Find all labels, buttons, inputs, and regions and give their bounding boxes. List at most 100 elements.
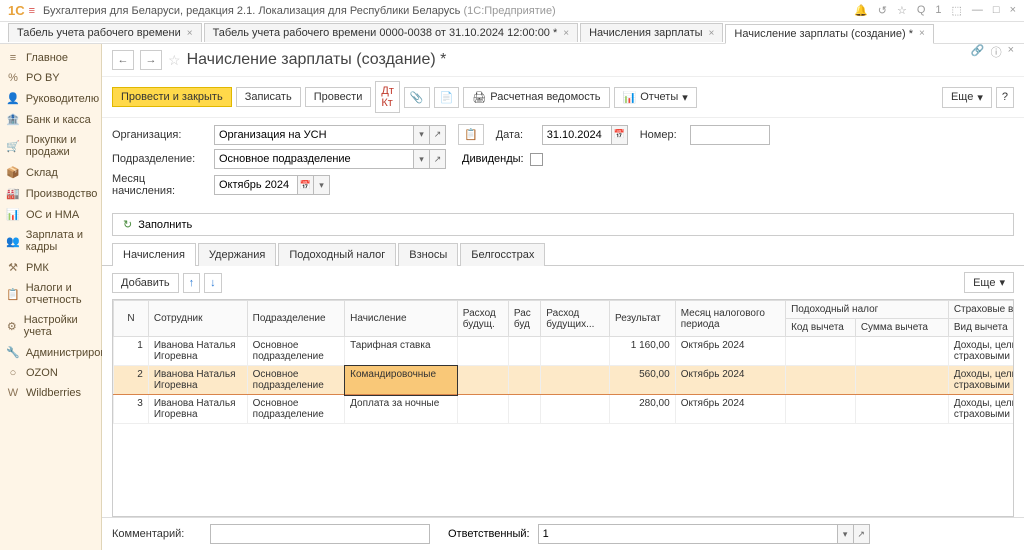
doc-info-icon[interactable]: ⓘ bbox=[991, 44, 1002, 60]
col-employee[interactable]: Сотрудник bbox=[148, 301, 247, 337]
month-input[interactable] bbox=[214, 175, 298, 195]
star-icon[interactable]: ☆ bbox=[897, 4, 907, 17]
dividends-checkbox[interactable] bbox=[530, 153, 543, 166]
dropdown-icon[interactable]: ▾ bbox=[414, 125, 430, 145]
dropdown-icon[interactable]: ▾ bbox=[838, 524, 854, 544]
link-icon[interactable]: 🔗 bbox=[971, 44, 985, 60]
col-accrual[interactable]: Начисление bbox=[345, 301, 458, 337]
doc-tab[interactable]: Начисления зарплаты× bbox=[580, 23, 723, 42]
sidebar-item[interactable]: 📋Налоги и отчетность bbox=[0, 278, 101, 310]
table-row[interactable]: 1Иванова Наталья ИгоревнаОсновное подраз… bbox=[114, 337, 1015, 366]
one-icon[interactable]: 1 bbox=[935, 4, 941, 17]
accruals-table[interactable]: N Сотрудник Подразделение Начисление Рас… bbox=[112, 299, 1014, 517]
dropdown-icon[interactable]: ▾ bbox=[414, 149, 430, 169]
col-exp-b[interactable]: Рас буд bbox=[508, 301, 540, 337]
help-button[interactable]: ? bbox=[996, 87, 1014, 108]
history-icon[interactable]: ↺ bbox=[878, 4, 887, 17]
forward-button[interactable]: → bbox=[140, 50, 162, 70]
dept-input[interactable] bbox=[214, 149, 414, 169]
open-icon[interactable]: ↗ bbox=[854, 524, 870, 544]
table-row[interactable]: 3Иванова Наталья ИгоревнаОсновное подраз… bbox=[114, 395, 1015, 424]
save-button[interactable]: Записать bbox=[236, 87, 301, 107]
tab-accruals[interactable]: Начисления bbox=[112, 243, 196, 266]
sidebar-item[interactable]: WWildberries bbox=[0, 383, 101, 403]
sidebar-item[interactable]: 👤Руководителю bbox=[0, 88, 101, 109]
open-icon[interactable]: ↗ bbox=[430, 125, 446, 145]
org-input[interactable] bbox=[214, 125, 414, 145]
col-insurance[interactable]: Страховые взносы bbox=[948, 301, 1014, 319]
sidebar-item[interactable]: 📦Склад bbox=[0, 162, 101, 183]
reports-button[interactable]: 📊Отчеты▾ bbox=[614, 87, 697, 108]
doc-tab[interactable]: Табель учета рабочего времени× bbox=[8, 23, 202, 42]
bell-icon[interactable]: 🔔 bbox=[854, 4, 868, 17]
add-button[interactable]: Добавить bbox=[112, 273, 179, 293]
date-input[interactable] bbox=[542, 125, 612, 145]
chat-icon[interactable]: Q bbox=[917, 4, 926, 17]
tab-income-tax[interactable]: Подоходный налог bbox=[278, 243, 396, 266]
close-icon[interactable]: × bbox=[1010, 4, 1016, 17]
close-tab-icon[interactable]: × bbox=[563, 28, 569, 39]
sidebar-item[interactable]: 👥Зарплата и кадры bbox=[0, 225, 101, 257]
favorite-icon[interactable]: ☆ bbox=[168, 52, 181, 69]
col-deduct-type[interactable]: Вид вычета bbox=[948, 319, 1014, 337]
table-more-button[interactable]: Еще▾ bbox=[964, 272, 1014, 293]
post-and-close-button[interactable]: Провести и закрыть bbox=[112, 87, 232, 107]
col-tax-month[interactable]: Месяц налогового периода bbox=[675, 301, 785, 337]
fill-button[interactable]: ↻Заполнить bbox=[112, 213, 1014, 236]
col-dept[interactable]: Подразделение bbox=[247, 301, 344, 337]
apps-icon[interactable]: ⬚ bbox=[952, 4, 962, 17]
responsible-input[interactable] bbox=[538, 524, 838, 544]
doc-button[interactable]: 📄 bbox=[434, 87, 460, 108]
dropdown-icon[interactable]: ▾ bbox=[314, 175, 330, 195]
maximize-icon[interactable]: □ bbox=[993, 4, 1000, 17]
doc-tab-active[interactable]: Начисление зарплаты (создание) *× bbox=[725, 24, 933, 44]
print-icon: 🖨 bbox=[472, 91, 486, 104]
move-up-button[interactable]: ↑ bbox=[183, 273, 201, 293]
col-income-tax[interactable]: Подоходный налог bbox=[786, 301, 949, 319]
dt-kt-button[interactable]: ДтКт bbox=[375, 81, 400, 113]
col-exp-fut2[interactable]: Расход будущих... bbox=[541, 301, 610, 337]
minimize-icon[interactable]: — bbox=[972, 4, 983, 17]
date-label: Дата: bbox=[496, 129, 536, 141]
sidebar-item[interactable]: ○OZON bbox=[0, 363, 101, 383]
back-button[interactable]: ← bbox=[112, 50, 134, 70]
win-close-icon[interactable]: × bbox=[1008, 44, 1014, 60]
comment-input[interactable] bbox=[210, 524, 430, 544]
tab-contributions[interactable]: Взносы bbox=[398, 243, 458, 266]
menu-icon[interactable]: ≡ bbox=[29, 5, 35, 17]
dept-label: Подразделение: bbox=[112, 153, 208, 165]
sidebar-item[interactable]: 📊ОС и НМА bbox=[0, 204, 101, 225]
chevron-down-icon: ▾ bbox=[977, 91, 983, 104]
attach-button[interactable]: 📎 bbox=[404, 87, 430, 108]
advance-button[interactable]: 📋 bbox=[458, 124, 484, 145]
table-row[interactable]: 2Иванова Наталья ИгоревнаОсновное подраз… bbox=[114, 366, 1015, 395]
sidebar-item[interactable]: ⚙Настройки учета bbox=[0, 310, 101, 342]
more-button[interactable]: Еще▾ bbox=[942, 87, 992, 108]
post-button[interactable]: Провести bbox=[305, 87, 372, 107]
sidebar-item[interactable]: 🔧Администрирование bbox=[0, 342, 101, 363]
sidebar: ≡Главное %PO BY 👤Руководителю 🏦Банк и ка… bbox=[0, 44, 102, 550]
sidebar-item[interactable]: %PO BY bbox=[0, 68, 101, 88]
col-exp-fut[interactable]: Расход будущ. bbox=[457, 301, 508, 337]
calendar-icon[interactable]: 📅 bbox=[298, 175, 314, 195]
close-tab-icon[interactable]: × bbox=[919, 28, 925, 39]
doc-tab[interactable]: Табель учета рабочего времени 0000-0038 … bbox=[204, 23, 579, 42]
sidebar-item[interactable]: 🏦Банк и касса bbox=[0, 109, 101, 130]
close-tab-icon[interactable]: × bbox=[187, 28, 193, 39]
move-down-button[interactable]: ↓ bbox=[204, 273, 222, 293]
payroll-button[interactable]: 🖨Расчетная ведомость bbox=[463, 87, 609, 108]
sidebar-item[interactable]: 🛒Покупки и продажи bbox=[0, 130, 101, 162]
col-n[interactable]: N bbox=[114, 301, 149, 337]
col-deduct-code[interactable]: Код вычета bbox=[786, 319, 856, 337]
close-tab-icon[interactable]: × bbox=[709, 28, 715, 39]
sidebar-item[interactable]: ≡Главное bbox=[0, 48, 101, 68]
calendar-icon[interactable]: 📅 bbox=[612, 125, 628, 145]
sidebar-item[interactable]: ⚒РМК bbox=[0, 257, 101, 278]
open-icon[interactable]: ↗ bbox=[430, 149, 446, 169]
sidebar-item[interactable]: 🏭Производство bbox=[0, 183, 101, 204]
num-input[interactable] bbox=[690, 125, 770, 145]
col-result[interactable]: Результат bbox=[610, 301, 676, 337]
tab-belgosstrakh[interactable]: Белгосстрах bbox=[460, 243, 545, 266]
tab-deductions[interactable]: Удержания bbox=[198, 243, 276, 266]
col-deduct-sum[interactable]: Сумма вычета bbox=[855, 319, 948, 337]
